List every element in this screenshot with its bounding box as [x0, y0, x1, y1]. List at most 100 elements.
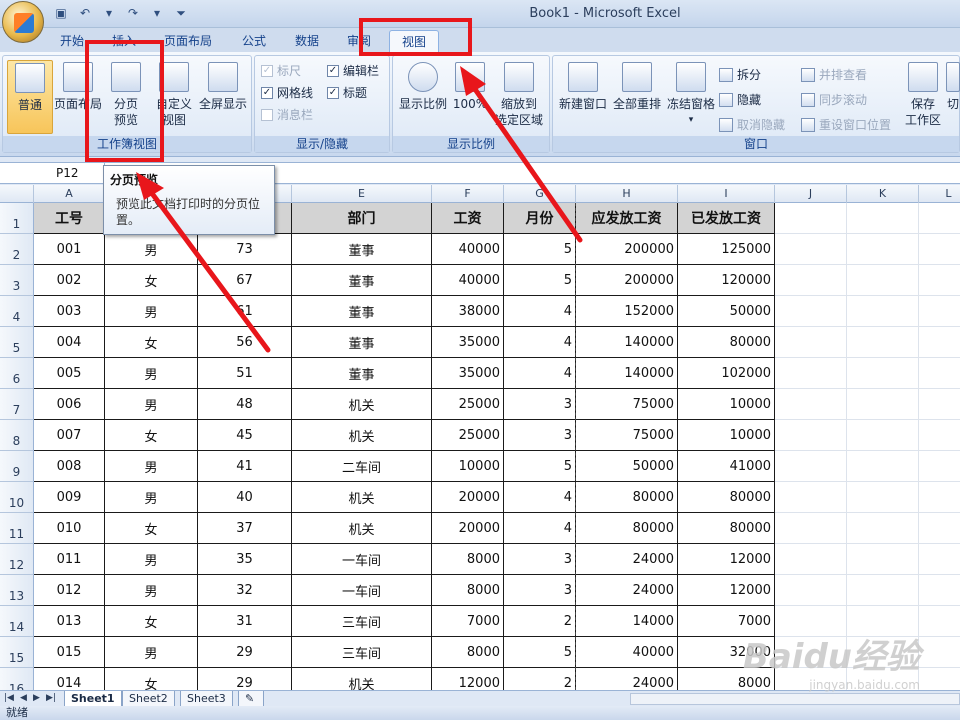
column-title[interactable]: 部门 [292, 203, 432, 234]
table-cell[interactable]: 女 [105, 668, 198, 690]
table-cell[interactable]: 8000 [432, 544, 504, 575]
row-header[interactable]: 10 [0, 482, 34, 513]
empty-cell[interactable] [847, 296, 919, 327]
freeze-panes-button[interactable]: 冻结窗格 ▾ [665, 60, 717, 134]
empty-cell[interactable] [775, 544, 847, 575]
gridlines-checkbox[interactable]: ✓ 网格线 [261, 84, 313, 101]
tab-formulas[interactable]: 公式 [230, 30, 278, 52]
table-cell[interactable]: 140000 [576, 358, 678, 389]
empty-cell[interactable] [847, 544, 919, 575]
insert-sheet-icon[interactable]: ✎ [238, 691, 264, 707]
table-cell[interactable]: 10000 [678, 420, 775, 451]
empty-cell[interactable] [919, 451, 960, 482]
sync-scroll-button[interactable]: 同步滚动 [801, 91, 867, 108]
view-side-by-side-button[interactable]: 并排查看 [801, 66, 867, 83]
table-cell[interactable]: 32 [198, 575, 292, 606]
table-cell[interactable]: 4 [504, 296, 576, 327]
split-button[interactable]: 拆分 [719, 66, 761, 83]
table-cell[interactable]: 董事 [292, 265, 432, 296]
sheet-tab-sheet2[interactable]: Sheet2 [122, 691, 175, 707]
empty-cell[interactable] [919, 544, 960, 575]
row-header[interactable]: 12 [0, 544, 34, 575]
table-cell[interactable]: 一车间 [292, 544, 432, 575]
table-cell[interactable]: 女 [105, 606, 198, 637]
empty-cell[interactable] [847, 513, 919, 544]
table-cell[interactable]: 50000 [576, 451, 678, 482]
row-header[interactable]: 11 [0, 513, 34, 544]
table-cell[interactable]: 女 [105, 265, 198, 296]
empty-cell[interactable] [847, 389, 919, 420]
table-cell[interactable]: 5 [504, 234, 576, 265]
table-cell[interactable]: 3 [504, 575, 576, 606]
worksheet-grid[interactable]: 工号性别年龄部门工资月份应发放工资已发放工资001男73董事4000052000… [34, 203, 960, 690]
empty-cell[interactable] [919, 606, 960, 637]
empty-cell[interactable] [847, 358, 919, 389]
empty-cell[interactable] [775, 327, 847, 358]
row-header[interactable]: 4 [0, 296, 34, 327]
switch-windows-button[interactable]: 切 [945, 60, 960, 134]
table-cell[interactable]: 004 [34, 327, 105, 358]
table-cell[interactable]: 机关 [292, 420, 432, 451]
table-cell[interactable]: 40000 [432, 265, 504, 296]
empty-cell[interactable] [919, 296, 960, 327]
column-title[interactable]: 工资 [432, 203, 504, 234]
table-cell[interactable]: 140000 [576, 327, 678, 358]
table-cell[interactable]: 三车间 [292, 637, 432, 668]
headings-checkbox[interactable]: ✓ 标题 [327, 84, 367, 101]
empty-cell[interactable] [919, 265, 960, 296]
empty-cell[interactable] [919, 420, 960, 451]
first-sheet-icon[interactable]: |◀ [4, 693, 14, 703]
save-workspace-button[interactable]: 保存 工作区 [903, 60, 943, 134]
table-cell[interactable]: 102000 [678, 358, 775, 389]
empty-cell[interactable] [775, 389, 847, 420]
table-cell[interactable]: 二车间 [292, 451, 432, 482]
empty-cell[interactable] [919, 575, 960, 606]
table-cell[interactable]: 5 [504, 265, 576, 296]
table-cell[interactable]: 10000 [678, 389, 775, 420]
table-cell[interactable]: 120000 [678, 265, 775, 296]
empty-cell[interactable] [847, 451, 919, 482]
table-cell[interactable]: 14000 [576, 606, 678, 637]
table-cell[interactable]: 机关 [292, 513, 432, 544]
empty-cell[interactable] [775, 451, 847, 482]
table-cell[interactable]: 010 [34, 513, 105, 544]
empty-cell[interactable] [847, 327, 919, 358]
normal-view-button[interactable]: 普通 [7, 60, 53, 134]
table-cell[interactable]: 80000 [678, 513, 775, 544]
row-header[interactable]: 8 [0, 420, 34, 451]
table-cell[interactable]: 35000 [432, 327, 504, 358]
select-all-corner[interactable] [0, 185, 34, 203]
row-header[interactable]: 14 [0, 606, 34, 637]
table-cell[interactable]: 5 [504, 451, 576, 482]
table-cell[interactable]: 75000 [576, 420, 678, 451]
table-cell[interactable]: 男 [105, 296, 198, 327]
table-cell[interactable]: 12000 [678, 575, 775, 606]
table-cell[interactable]: 41 [198, 451, 292, 482]
row-header[interactable]: 15 [0, 637, 34, 668]
column-title[interactable]: 工号 [34, 203, 105, 234]
table-cell[interactable]: 10000 [432, 451, 504, 482]
empty-cell[interactable] [847, 234, 919, 265]
table-cell[interactable]: 38000 [432, 296, 504, 327]
table-cell[interactable]: 董事 [292, 358, 432, 389]
table-cell[interactable]: 女 [105, 513, 198, 544]
empty-cell[interactable] [847, 203, 919, 234]
row-header[interactable]: 13 [0, 575, 34, 606]
table-cell[interactable]: 男 [105, 389, 198, 420]
column-header-i[interactable]: I [678, 185, 775, 203]
table-cell[interactable]: 61 [198, 296, 292, 327]
column-header-l[interactable]: L [919, 185, 960, 203]
table-cell[interactable]: 男 [105, 544, 198, 575]
empty-cell[interactable] [919, 358, 960, 389]
name-box[interactable]: P12 [0, 163, 105, 184]
table-cell[interactable]: 50000 [678, 296, 775, 327]
table-cell[interactable]: 三车间 [292, 606, 432, 637]
table-cell[interactable]: 001 [34, 234, 105, 265]
row-header[interactable]: 5 [0, 327, 34, 358]
empty-cell[interactable] [775, 513, 847, 544]
column-title[interactable]: 应发放工资 [576, 203, 678, 234]
table-cell[interactable]: 男 [105, 482, 198, 513]
table-cell[interactable]: 男 [105, 234, 198, 265]
table-cell[interactable]: 29 [198, 668, 292, 690]
table-cell[interactable]: 35000 [432, 358, 504, 389]
